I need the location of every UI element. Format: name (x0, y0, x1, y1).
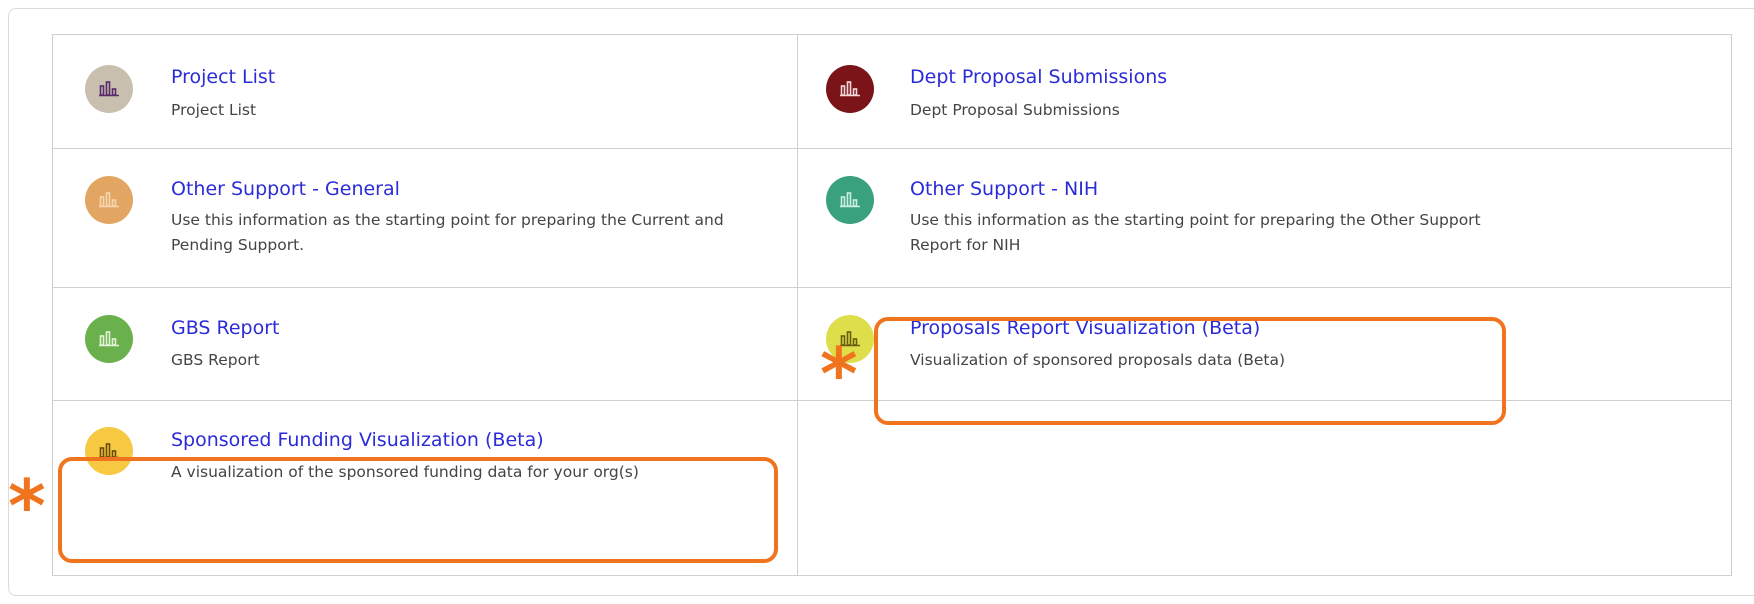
report-item-other-support-nih[interactable]: Other Support - NIH Use this information… (798, 149, 1733, 287)
empty-report-cell (798, 401, 1733, 576)
report-item-gbs-report[interactable]: GBS Report GBS Report (53, 288, 797, 400)
report-cell-sponsored-funding-visualization: Sponsored Funding Visualization (Beta) A… (53, 401, 797, 576)
report-cell-dept-proposal-submissions: Dept Proposal Submissions Dept Proposal … (798, 35, 1733, 148)
report-title-link[interactable]: Other Support - General (171, 178, 400, 200)
report-cell-gbs-report: GBS Report GBS Report (53, 288, 797, 400)
report-description: A visualization of the sponsored funding… (171, 463, 639, 481)
report-title-link[interactable]: Dept Proposal Submissions (910, 66, 1167, 88)
report-description: Dept Proposal Submissions (910, 101, 1120, 119)
asterisk-marker: * (8, 464, 46, 548)
bar-chart-icon (85, 315, 133, 363)
bar-chart-icon (85, 65, 133, 113)
report-item-project-list[interactable]: Project List Project List (53, 35, 797, 148)
report-description: Use this information as the starting poi… (910, 211, 1481, 254)
report-description: Use this information as the starting poi… (171, 211, 724, 254)
report-item-sponsored-funding-visualization[interactable]: Sponsored Funding Visualization (Beta) A… (53, 401, 797, 576)
report-title-link[interactable]: Project List (171, 66, 275, 88)
report-description: Project List (171, 101, 257, 119)
bar-chart-icon (826, 176, 874, 224)
report-cell-proposals-report-visualization: Proposals Report Visualization (Beta) Vi… (798, 288, 1733, 400)
report-description: GBS Report (171, 351, 260, 369)
bar-chart-icon (826, 65, 874, 113)
reports-grid: Project List Project List Dept Proposal … (52, 34, 1732, 576)
asterisk-marker: * (820, 332, 858, 416)
report-cell-project-list: Project List Project List (53, 35, 797, 148)
report-item-proposals-report-visualization[interactable]: Proposals Report Visualization (Beta) Vi… (798, 288, 1733, 400)
bar-chart-icon (85, 427, 133, 475)
report-item-other-support-general[interactable]: Other Support - General Use this informa… (53, 149, 797, 287)
report-title-link[interactable]: Sponsored Funding Visualization (Beta) (171, 429, 544, 451)
report-title-link[interactable]: Proposals Report Visualization (Beta) (910, 317, 1260, 339)
report-cell-other-support-general: Other Support - General Use this informa… (53, 149, 797, 287)
report-item-dept-proposal-submissions[interactable]: Dept Proposal Submissions Dept Proposal … (798, 35, 1733, 148)
bar-chart-icon (85, 176, 133, 224)
report-description: Visualization of sponsored proposals dat… (910, 351, 1286, 369)
report-cell-other-support-nih: Other Support - NIH Use this information… (798, 149, 1733, 287)
report-title-link[interactable]: GBS Report (171, 317, 280, 339)
report-title-link[interactable]: Other Support - NIH (910, 178, 1098, 200)
